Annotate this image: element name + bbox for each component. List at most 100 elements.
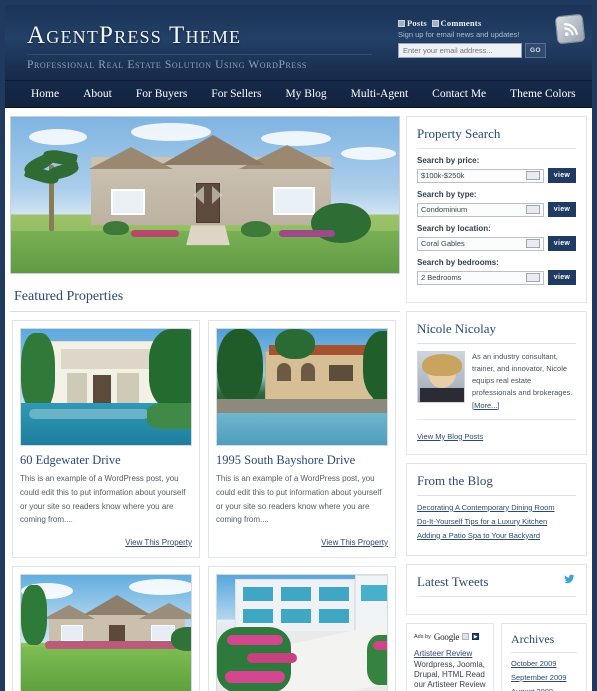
blog-links-list: Decorating A Contemporary Dining Room Do-…: [417, 503, 576, 540]
sidebar-bottom-row: Ads by Google ▶ Artisteer Review Wordpres…: [406, 622, 587, 691]
property-photo: [21, 329, 191, 445]
property-image[interactable]: [20, 328, 192, 446]
site-tagline: Professional Real Estate Solution Using …: [27, 54, 372, 71]
subscribe-go-button[interactable]: GO: [525, 43, 546, 58]
search-view-button[interactable]: view: [548, 202, 576, 217]
nav-item-theme-colors[interactable]: Theme Colors: [498, 88, 587, 100]
search-view-button[interactable]: view: [548, 270, 576, 285]
view-this-property-link[interactable]: View This Property: [321, 538, 388, 547]
flower-bed: [279, 230, 335, 237]
view-my-blog-posts-link[interactable]: View My Blog Posts: [417, 432, 483, 441]
hero-slider[interactable]: [10, 116, 400, 274]
agent-more-link[interactable]: [More...]: [472, 401, 500, 410]
search-select-value: 2 Bedrooms: [421, 273, 462, 282]
rss-posts-icon: [398, 20, 405, 27]
archive-link[interactable]: October 2009: [511, 659, 577, 668]
flower-bed: [131, 230, 179, 237]
hero-window: [273, 187, 315, 215]
hero-tree: [311, 203, 371, 243]
property-image[interactable]: [20, 574, 192, 691]
rss-glyph: [563, 22, 578, 36]
nav-item-for-sellers[interactable]: For Sellers: [199, 88, 273, 100]
search-select[interactable]: $100k-$250k: [417, 168, 544, 183]
nav-item-my-blog[interactable]: My Blog: [273, 88, 338, 100]
site-title[interactable]: AgentPress Theme: [27, 23, 372, 48]
main-navigation: Home About For Buyers For Sellers My Blog Mul…: [5, 81, 592, 108]
palm-tree: [21, 135, 81, 231]
search-field: Search by location: Coral Gables view: [417, 224, 576, 251]
google-ads-widget: Ads by Google ▶ Artisteer Review Wordpres…: [406, 622, 494, 691]
property-title[interactable]: 1995 South Bayshore Drive: [216, 453, 388, 468]
hero-window: [111, 189, 145, 215]
property-search-widget: Property Search Search by price: $100k-$2…: [406, 116, 587, 303]
property-card[interactable]: 26 West Sunrise AvenueThis is an example…: [208, 566, 396, 691]
avatar-hair: [422, 354, 462, 376]
page-container: AgentPress Theme Professional Real Estat…: [5, 5, 592, 691]
hero-shrub: [241, 221, 271, 237]
rss-icon[interactable]: [554, 13, 586, 45]
ads-by-label: Ads by: [414, 633, 431, 640]
search-field-row: Coral Gables view: [417, 236, 576, 251]
search-field-row: 2 Bedrooms view: [417, 270, 576, 285]
property-link-row: View This Property: [20, 532, 192, 550]
twitter-bird-icon[interactable]: [564, 573, 576, 585]
nav-item-contact-me[interactable]: Contact Me: [420, 88, 498, 100]
latest-tweets-widget: Latest Tweets: [406, 563, 587, 615]
search-select[interactable]: Condominium: [417, 202, 544, 217]
ads-arrow-icon[interactable]: ▶: [472, 633, 480, 641]
archive-link[interactable]: August 2009: [511, 687, 577, 691]
property-link-row: View This Property: [216, 532, 388, 550]
property-photo: [21, 575, 191, 691]
property-search-fields: Search by price: $100k-$250k view Search by…: [417, 156, 576, 285]
hero-shrub: [103, 221, 129, 235]
search-field: Search by price: $100k-$250k view: [417, 156, 576, 183]
search-field-label: Search by location:: [417, 224, 491, 233]
agent-bio-widget: Nicole Nicolay As an industry consultant…: [406, 311, 587, 455]
search-field: Search by type: Condominium view: [417, 190, 576, 217]
slider-next-button[interactable]: [212, 186, 222, 204]
search-select[interactable]: Coral Gables: [417, 236, 544, 251]
archive-link[interactable]: September 2009: [511, 673, 577, 682]
from-the-blog-title: From the Blog: [417, 473, 576, 496]
property-card[interactable]: 60 Edgewater Drive This is an example of …: [12, 320, 200, 558]
subscribe-form: GO: [398, 43, 546, 58]
twitter-glyph: [564, 574, 575, 583]
posts-link[interactable]: Posts: [407, 18, 427, 28]
blog-post-link[interactable]: Do-It-Yourself Tips for a Luxury Kitchen: [417, 517, 576, 526]
search-select-value: Coral Gables: [421, 239, 465, 248]
subscribe-links: Posts Comments: [398, 18, 546, 28]
property-image[interactable]: [216, 574, 388, 691]
search-field-label: Search by type:: [417, 190, 477, 199]
property-title[interactable]: 60 Edgewater Drive: [20, 453, 192, 468]
blog-post-link[interactable]: Adding a Patio Spa to Your Backyard: [417, 531, 576, 540]
ads-info-icon[interactable]: [462, 633, 470, 641]
nav-item-multi-agent[interactable]: Multi-Agent: [339, 88, 421, 100]
search-view-button[interactable]: view: [548, 168, 576, 183]
featured-properties-heading: Featured Properties: [10, 280, 400, 312]
property-card[interactable]: 1995 South Bayshore Drive This is an exam…: [208, 320, 396, 558]
search-field: Search by bedrooms: 2 Bedrooms view: [417, 258, 576, 285]
view-this-property-link[interactable]: View This Property: [125, 538, 192, 547]
latest-tweets-label: Latest Tweets: [417, 573, 489, 589]
nav-item-home[interactable]: Home: [19, 88, 71, 100]
slider-prev-button[interactable]: [194, 186, 204, 204]
latest-tweets-title: Latest Tweets: [417, 574, 576, 597]
archives-list: October 2009September 2009August 2009Jul…: [511, 659, 577, 691]
chevron-down-icon: [526, 171, 540, 180]
blog-post-link[interactable]: Decorating A Contemporary Dining Room: [417, 503, 576, 512]
main-column: Featured Properties 60 Edgewater Drive Th…: [10, 116, 400, 691]
search-field-row: $100k-$250k view: [417, 168, 576, 183]
from-the-blog-widget: From the Blog Decorating A Contemporary …: [406, 462, 587, 556]
property-image[interactable]: [216, 328, 388, 446]
search-select[interactable]: 2 Bedrooms: [417, 270, 544, 285]
nav-item-for-buyers[interactable]: For Buyers: [124, 88, 199, 100]
ad-title-link[interactable]: Artisteer Review: [414, 649, 486, 659]
email-input[interactable]: [398, 43, 522, 58]
comments-link[interactable]: Comments: [441, 18, 482, 28]
property-search-title: Property Search: [417, 126, 576, 149]
nav-item-about[interactable]: About: [71, 88, 124, 100]
hero-walkway: [186, 225, 230, 246]
search-view-button[interactable]: view: [548, 236, 576, 251]
agent-bio-text: As an industry consultant, trainer, and …: [472, 351, 576, 412]
property-card[interactable]: 125 North Ocean DriveThis is an example …: [12, 566, 200, 691]
